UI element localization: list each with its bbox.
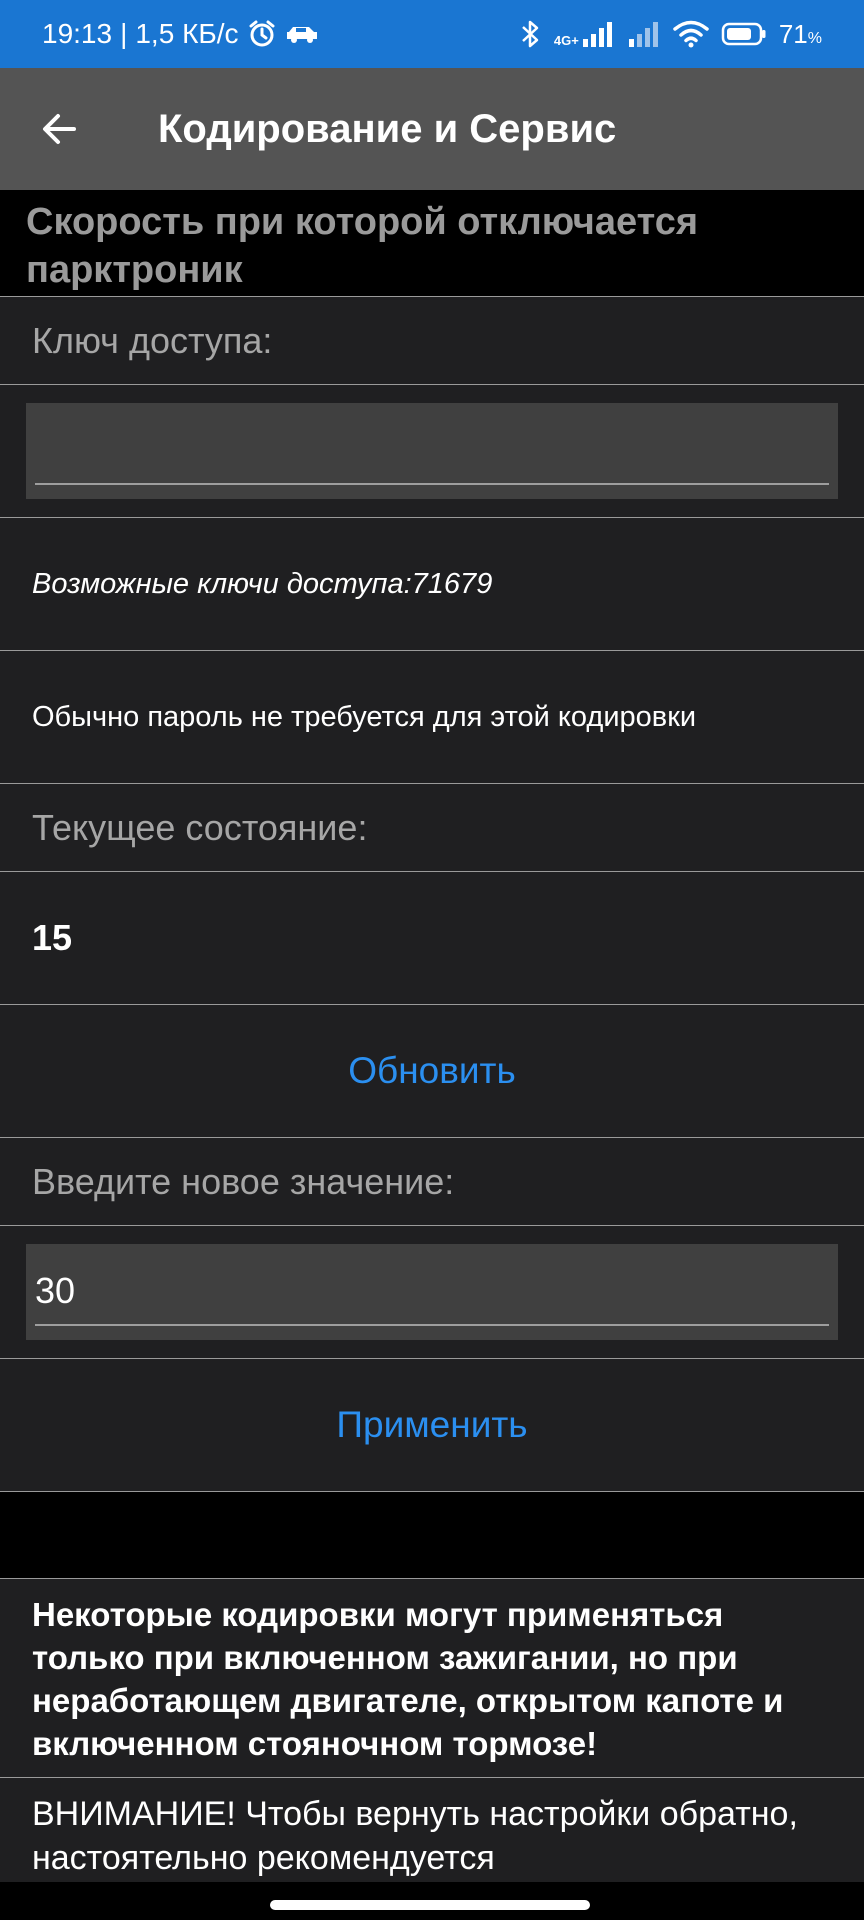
status-separator: | (120, 18, 128, 49)
signal-weak-icon (627, 21, 661, 47)
ignition-warning: Некоторые кодировки могут применяться то… (0, 1579, 864, 1778)
status-speed: 1,5 КБ/с (135, 18, 239, 49)
battery-level: 71% (779, 19, 822, 50)
bluetooth-icon (520, 18, 542, 50)
new-value-row (0, 1226, 864, 1359)
battery-unit: % (807, 29, 822, 47)
access-key-input[interactable] (35, 417, 829, 485)
battery-percent: 71 (778, 18, 808, 49)
new-value-box (26, 1244, 838, 1340)
alarm-icon (247, 19, 277, 49)
coding-heading: Скорость при которой отключается парктро… (0, 190, 864, 297)
access-key-box (26, 403, 838, 499)
status-time: 19:13 (42, 18, 113, 49)
battery-icon (721, 21, 767, 47)
status-right: 4G+ 71% (520, 18, 822, 50)
signal-icon: 4G+ (554, 21, 615, 47)
current-state-label: Текущее состояние: (0, 784, 864, 872)
spacer (0, 1492, 864, 1579)
back-button[interactable] (30, 99, 90, 159)
current-state-value: 15 (0, 872, 864, 1005)
access-key-label: Ключ доступа: (0, 297, 864, 385)
refresh-button[interactable]: Обновить (0, 1005, 864, 1138)
car-icon (285, 22, 319, 46)
apply-button[interactable]: Применить (0, 1359, 864, 1492)
arrow-left-icon (43, 114, 76, 144)
home-indicator[interactable] (270, 1900, 590, 1910)
status-left: 19:13 | 1,5 КБ/с (42, 18, 319, 50)
new-value-input[interactable] (35, 1258, 829, 1326)
status-bar: 19:13 | 1,5 КБ/с 4G+ 71% (0, 0, 864, 68)
access-key-row (0, 385, 864, 518)
password-note: Обычно пароль не требуется для этой коди… (0, 651, 864, 784)
wifi-icon (673, 20, 709, 48)
network-type: 4G+ (553, 33, 579, 48)
possible-keys-text: Возможные ключи доступа:71679 (0, 518, 864, 651)
content-list: Скорость при которой отключается парктро… (0, 190, 864, 1898)
attention-text: ВНИМАНИЕ! Чтобы вернуть настройки обратн… (0, 1778, 864, 1898)
navigation-bar (0, 1882, 864, 1920)
app-bar: Кодирование и Сервис (0, 68, 864, 190)
new-value-label: Введите новое значение: (0, 1138, 864, 1226)
page-title: Кодирование и Сервис (158, 106, 617, 151)
